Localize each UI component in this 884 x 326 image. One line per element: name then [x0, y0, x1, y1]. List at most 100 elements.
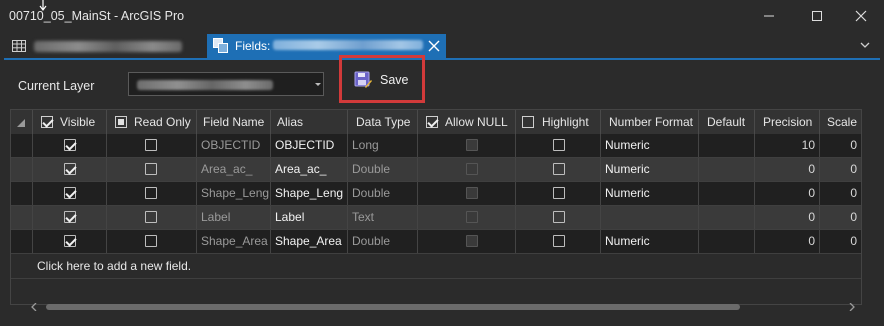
table-row[interactable]: Shape_Leng Shape_Leng Double Numeric 0 0 — [11, 182, 861, 206]
header-number-format[interactable]: Number Format — [601, 110, 699, 134]
alias-cell[interactable]: Area_ac_ — [271, 158, 348, 181]
minimize-button[interactable] — [746, 0, 792, 32]
field-name-cell[interactable]: Shape_Leng — [197, 182, 271, 205]
header-default[interactable]: Default — [699, 110, 755, 134]
read-only-checkbox[interactable] — [145, 187, 157, 199]
close-tab-icon[interactable] — [428, 40, 440, 52]
highlight-cell[interactable] — [516, 134, 601, 157]
save-button[interactable]: Save — [351, 67, 413, 93]
read-only-checkbox[interactable] — [145, 211, 157, 223]
table-row[interactable]: Shape_Area Shape_Area Double Numeric 0 0 — [11, 230, 861, 254]
highlight-checkbox[interactable] — [553, 187, 565, 199]
row-selector[interactable] — [11, 206, 33, 229]
read-only-checkbox[interactable] — [145, 139, 157, 151]
highlight-checkbox[interactable] — [553, 139, 565, 151]
tab-attribute-table[interactable] — [10, 37, 200, 57]
scroll-left-icon[interactable] — [30, 303, 38, 311]
row-selector[interactable] — [11, 158, 33, 181]
visible-cell[interactable] — [33, 206, 107, 229]
data-type-cell[interactable]: Double — [348, 158, 418, 181]
read-only-cell[interactable] — [107, 134, 197, 157]
highlight-all-checkbox[interactable] — [522, 116, 534, 128]
scale-cell[interactable]: 0 — [820, 182, 861, 205]
alias-cell[interactable]: OBJECTID — [271, 134, 348, 157]
row-selector[interactable] — [11, 230, 33, 253]
visible-checkbox[interactable] — [64, 187, 76, 199]
read-only-cell[interactable] — [107, 158, 197, 181]
chevron-down-icon[interactable] — [858, 38, 872, 52]
highlight-cell[interactable] — [516, 206, 601, 229]
header-highlight[interactable]: Highlight — [516, 110, 601, 134]
read-only-cell[interactable] — [107, 182, 197, 205]
precision-cell[interactable]: 0 — [755, 182, 820, 205]
table-row[interactable]: Area_ac_ Area_ac_ Double Numeric 0 0 — [11, 158, 861, 182]
scroll-right-icon[interactable] — [848, 303, 856, 311]
highlight-checkbox[interactable] — [553, 211, 565, 223]
allow-null-all-checkbox[interactable] — [426, 116, 438, 128]
maximize-button[interactable] — [794, 0, 840, 32]
visible-cell[interactable] — [33, 158, 107, 181]
header-alias[interactable]: Alias — [271, 110, 348, 134]
close-window-button[interactable] — [838, 0, 884, 32]
alias-cell[interactable]: Shape_Leng — [271, 182, 348, 205]
precision-cell[interactable]: 0 — [755, 206, 820, 229]
visible-checkbox[interactable] — [64, 139, 76, 151]
allow-null-cell[interactable] — [418, 182, 516, 205]
read-only-cell[interactable] — [107, 206, 197, 229]
number-format-cell[interactable] — [601, 206, 699, 229]
default-cell[interactable] — [699, 182, 755, 205]
visible-checkbox[interactable] — [64, 163, 76, 175]
data-type-cell[interactable]: Double — [348, 182, 418, 205]
header-precision[interactable]: Precision — [755, 110, 820, 134]
precision-cell[interactable]: 10 — [755, 134, 820, 157]
read-only-all-checkbox[interactable] — [115, 116, 127, 128]
highlight-cell[interactable] — [516, 158, 601, 181]
header-field-name[interactable]: Field Name — [197, 110, 271, 134]
read-only-cell[interactable] — [107, 230, 197, 253]
allow-null-cell[interactable] — [418, 134, 516, 157]
header-visible[interactable]: Visible — [33, 110, 107, 134]
header-allow-null[interactable]: Allow NULL — [418, 110, 516, 134]
visible-checkbox[interactable] — [64, 211, 76, 223]
number-format-cell[interactable]: Numeric — [601, 134, 699, 157]
highlight-cell[interactable] — [516, 230, 601, 253]
read-only-checkbox[interactable] — [145, 163, 157, 175]
header-data-type[interactable]: Data Type — [348, 110, 418, 134]
visible-checkbox[interactable] — [64, 235, 76, 247]
number-format-cell[interactable]: Numeric — [601, 230, 699, 253]
highlight-checkbox[interactable] — [553, 235, 565, 247]
table-row[interactable]: OBJECTID OBJECTID Long Numeric 10 0 — [11, 134, 861, 158]
scale-cell[interactable]: 0 — [820, 158, 861, 181]
precision-cell[interactable]: 0 — [755, 158, 820, 181]
scale-cell[interactable]: 0 — [820, 230, 861, 253]
read-only-checkbox[interactable] — [145, 235, 157, 247]
add-new-field-row[interactable]: Click here to add a new field. — [11, 254, 861, 279]
header-scale[interactable]: Scale — [820, 110, 861, 134]
allow-null-cell[interactable] — [418, 158, 516, 181]
visible-cell[interactable] — [33, 230, 107, 253]
table-row[interactable]: Label Label Text 0 0 — [11, 206, 861, 230]
current-layer-dropdown[interactable] — [128, 72, 324, 96]
precision-cell[interactable]: 0 — [755, 230, 820, 253]
scrollbar-thumb[interactable] — [46, 304, 740, 310]
visible-cell[interactable] — [33, 182, 107, 205]
allow-null-cell[interactable] — [418, 230, 516, 253]
field-name-cell[interactable]: Area_ac_ — [197, 158, 271, 181]
data-type-cell[interactable]: Long — [348, 134, 418, 157]
data-type-cell[interactable]: Double — [348, 230, 418, 253]
number-format-cell[interactable]: Numeric — [601, 158, 699, 181]
row-selector[interactable] — [11, 134, 33, 157]
default-cell[interactable] — [699, 158, 755, 181]
allow-null-cell[interactable] — [418, 206, 516, 229]
highlight-cell[interactable] — [516, 182, 601, 205]
highlight-checkbox[interactable] — [553, 163, 565, 175]
data-type-cell[interactable]: Text — [348, 206, 418, 229]
header-read-only[interactable]: Read Only — [107, 110, 197, 134]
visible-all-checkbox[interactable] — [41, 116, 53, 128]
field-name-cell[interactable]: OBJECTID — [197, 134, 271, 157]
field-name-cell[interactable]: Label — [197, 206, 271, 229]
horizontal-scrollbar[interactable] — [30, 301, 860, 313]
visible-cell[interactable] — [33, 134, 107, 157]
number-format-cell[interactable]: Numeric — [601, 182, 699, 205]
alias-cell[interactable]: Shape_Area — [271, 230, 348, 253]
